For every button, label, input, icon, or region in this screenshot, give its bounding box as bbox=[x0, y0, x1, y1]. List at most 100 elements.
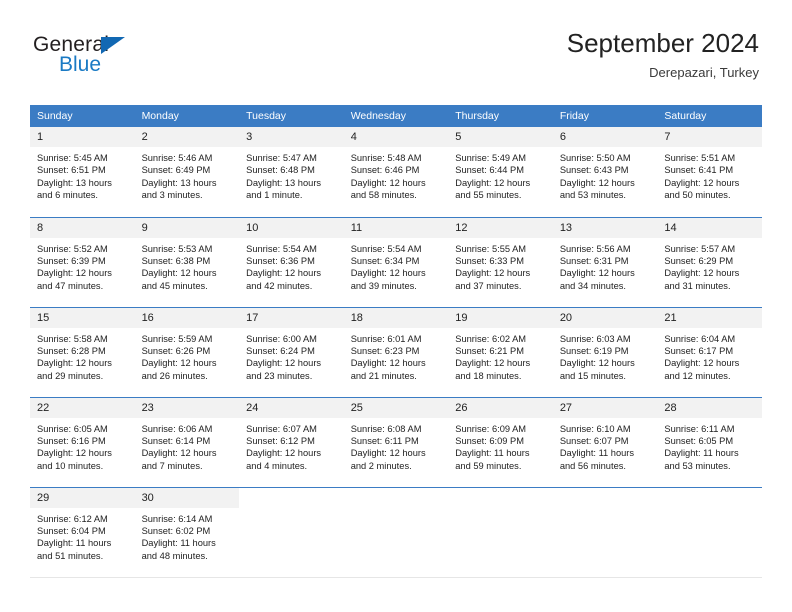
sunset-text: Sunset: 6:24 PM bbox=[246, 345, 315, 356]
sunrise-text: Sunrise: 6:12 AM bbox=[37, 513, 108, 524]
day-number: 28 bbox=[657, 397, 762, 418]
daylight-text-line1: Daylight: 12 hours bbox=[559, 358, 635, 369]
daylight-text-line1: Daylight: 12 hours bbox=[350, 177, 426, 188]
day-number: 10 bbox=[239, 217, 344, 238]
daylight-text-line2: and 31 minutes. bbox=[664, 280, 731, 291]
daylight-text-line1: Daylight: 12 hours bbox=[246, 358, 322, 369]
day-cell[interactable]: 23 Sunrise: 6:06 AM Sunset: 6:14 PM Dayl… bbox=[134, 396, 240, 487]
day-number: 3 bbox=[239, 127, 344, 147]
daylight-text-line2: and 39 minutes. bbox=[350, 280, 417, 291]
day-cell[interactable]: 11 Sunrise: 5:54 AM Sunset: 6:34 PM Dayl… bbox=[343, 216, 449, 307]
daylight-text-line2: and 3 minutes. bbox=[141, 190, 203, 201]
daylight-text-line2: and 37 minutes. bbox=[455, 280, 522, 291]
day-cell[interactable]: 8 Sunrise: 5:52 AM Sunset: 6:39 PM Dayli… bbox=[30, 216, 135, 307]
sunset-text: Sunset: 6:09 PM bbox=[455, 435, 524, 446]
day-cell[interactable]: 14 Sunrise: 5:57 AM Sunset: 6:29 PM Dayl… bbox=[657, 216, 762, 307]
sunset-text: Sunset: 6:28 PM bbox=[37, 345, 106, 356]
day-cell-empty bbox=[343, 486, 449, 578]
day-cell[interactable]: 7 Sunrise: 5:51 AM Sunset: 6:41 PM Dayli… bbox=[657, 127, 762, 217]
day-cell[interactable]: 2 Sunrise: 5:46 AM Sunset: 6:49 PM Dayli… bbox=[134, 127, 240, 217]
day-info: Sunrise: 6:12 AM Sunset: 6:04 PM Dayligh… bbox=[30, 508, 135, 567]
daylight-text-line1: Daylight: 11 hours bbox=[141, 538, 216, 549]
location-subtitle: Derepazari, Turkey bbox=[649, 65, 759, 80]
day-cell[interactable]: 1 Sunrise: 5:45 AM Sunset: 6:51 PM Dayli… bbox=[30, 127, 135, 217]
page-title: September 2024 bbox=[566, 28, 759, 58]
week-row: 22 Sunrise: 6:05 AM Sunset: 6:16 PM Dayl… bbox=[30, 396, 762, 487]
day-cell[interactable]: 15 Sunrise: 5:58 AM Sunset: 6:28 PM Dayl… bbox=[30, 306, 135, 397]
sunrise-text: Sunrise: 6:05 AM bbox=[37, 423, 108, 434]
sunrise-text: Sunrise: 6:06 AM bbox=[141, 423, 213, 434]
day-cell[interactable]: 21 Sunrise: 6:04 AM Sunset: 6:17 PM Dayl… bbox=[657, 306, 762, 397]
general-blue-logo[interactable]: General Blue bbox=[33, 33, 213, 83]
daylight-text-line1: Daylight: 12 hours bbox=[350, 358, 426, 369]
sunset-text: Sunset: 6:38 PM bbox=[141, 255, 211, 266]
day-info: Sunrise: 6:05 AM Sunset: 6:16 PM Dayligh… bbox=[30, 418, 135, 477]
day-cell[interactable]: 6 Sunrise: 5:50 AM Sunset: 6:43 PM Dayli… bbox=[552, 127, 658, 217]
day-info: Sunrise: 5:52 AM Sunset: 6:39 PM Dayligh… bbox=[30, 238, 135, 297]
daylight-text-line2: and 6 minutes. bbox=[37, 190, 98, 201]
calendar-body: 1 Sunrise: 5:45 AM Sunset: 6:51 PM Dayli… bbox=[30, 127, 762, 578]
day-cell[interactable]: 19 Sunrise: 6:02 AM Sunset: 6:21 PM Dayl… bbox=[448, 306, 553, 397]
day-cell[interactable]: 4 Sunrise: 5:48 AM Sunset: 6:46 PM Dayli… bbox=[343, 127, 449, 217]
day-number: 25 bbox=[343, 397, 449, 418]
weekday-header-saturday: Saturday bbox=[657, 105, 762, 127]
daylight-text-line1: Daylight: 12 hours bbox=[37, 268, 112, 279]
sunrise-text: Sunrise: 5:55 AM bbox=[455, 243, 527, 254]
day-cell[interactable]: 12 Sunrise: 5:55 AM Sunset: 6:33 PM Dayl… bbox=[448, 216, 553, 307]
day-cell[interactable]: 24 Sunrise: 6:07 AM Sunset: 6:12 PM Dayl… bbox=[239, 396, 344, 487]
day-info: Sunrise: 5:54 AM Sunset: 6:36 PM Dayligh… bbox=[239, 238, 344, 297]
day-cell[interactable]: 29 Sunrise: 6:12 AM Sunset: 6:04 PM Dayl… bbox=[30, 486, 135, 578]
weekday-header-tuesday: Tuesday bbox=[239, 105, 344, 127]
sunrise-text: Sunrise: 5:59 AM bbox=[141, 333, 213, 344]
day-cell[interactable]: 13 Sunrise: 5:56 AM Sunset: 6:31 PM Dayl… bbox=[552, 216, 658, 307]
day-info bbox=[553, 508, 658, 517]
day-info bbox=[657, 508, 762, 517]
day-info bbox=[239, 508, 344, 517]
day-info bbox=[448, 508, 553, 517]
day-cell[interactable]: 25 Sunrise: 6:08 AM Sunset: 6:11 PM Dayl… bbox=[343, 396, 449, 487]
day-cell[interactable]: 10 Sunrise: 5:54 AM Sunset: 6:36 PM Dayl… bbox=[239, 216, 344, 307]
daylight-text-line2: and 29 minutes. bbox=[37, 370, 104, 381]
day-cell[interactable]: 20 Sunrise: 6:03 AM Sunset: 6:19 PM Dayl… bbox=[552, 306, 658, 397]
day-info: Sunrise: 5:46 AM Sunset: 6:49 PM Dayligh… bbox=[135, 147, 240, 206]
day-cell[interactable]: 27 Sunrise: 6:10 AM Sunset: 6:07 PM Dayl… bbox=[552, 396, 658, 487]
sunrise-text: Sunrise: 6:14 AM bbox=[141, 513, 213, 524]
day-info: Sunrise: 5:48 AM Sunset: 6:46 PM Dayligh… bbox=[344, 147, 449, 206]
daylight-text-line1: Daylight: 12 hours bbox=[559, 177, 635, 188]
day-cell[interactable]: 16 Sunrise: 5:59 AM Sunset: 6:26 PM Dayl… bbox=[134, 306, 240, 397]
sunset-text: Sunset: 6:17 PM bbox=[664, 345, 734, 356]
daylight-text-line1: Daylight: 12 hours bbox=[455, 268, 531, 279]
day-number: 22 bbox=[30, 397, 135, 418]
daylight-text-line2: and 47 minutes. bbox=[37, 280, 104, 291]
sunrise-text: Sunrise: 5:58 AM bbox=[37, 333, 108, 344]
sunset-text: Sunset: 6:34 PM bbox=[350, 255, 420, 266]
day-cell[interactable]: 5 Sunrise: 5:49 AM Sunset: 6:44 PM Dayli… bbox=[448, 127, 553, 217]
weekday-header-wednesday: Wednesday bbox=[343, 105, 449, 127]
sunrise-text: Sunrise: 5:47 AM bbox=[246, 153, 317, 163]
daylight-text-line2: and 55 minutes. bbox=[455, 190, 522, 201]
day-number: 8 bbox=[30, 217, 135, 238]
week-row: 29 Sunrise: 6:12 AM Sunset: 6:04 PM Dayl… bbox=[30, 486, 762, 578]
sunset-text: Sunset: 6:41 PM bbox=[664, 165, 734, 176]
day-info: Sunrise: 5:58 AM Sunset: 6:28 PM Dayligh… bbox=[30, 328, 135, 387]
day-cell[interactable]: 3 Sunrise: 5:47 AM Sunset: 6:48 PM Dayli… bbox=[239, 127, 344, 217]
day-cell[interactable]: 18 Sunrise: 6:01 AM Sunset: 6:23 PM Dayl… bbox=[343, 306, 449, 397]
day-cell[interactable]: 9 Sunrise: 5:53 AM Sunset: 6:38 PM Dayli… bbox=[134, 216, 240, 307]
day-cell[interactable]: 26 Sunrise: 6:09 AM Sunset: 6:09 PM Dayl… bbox=[448, 396, 553, 487]
day-cell[interactable]: 30 Sunrise: 6:14 AM Sunset: 6:02 PM Dayl… bbox=[134, 486, 240, 578]
sunset-text: Sunset: 6:07 PM bbox=[559, 435, 629, 446]
daylight-text-line2: and 53 minutes. bbox=[664, 460, 731, 471]
sunrise-text: Sunrise: 6:00 AM bbox=[246, 333, 317, 344]
day-cell-empty bbox=[552, 486, 658, 578]
sunset-text: Sunset: 6:29 PM bbox=[664, 255, 734, 266]
day-cell[interactable]: 28 Sunrise: 6:11 AM Sunset: 6:05 PM Dayl… bbox=[657, 396, 762, 487]
daylight-text-line1: Daylight: 12 hours bbox=[37, 448, 112, 459]
day-cell[interactable]: 17 Sunrise: 6:00 AM Sunset: 6:24 PM Dayl… bbox=[239, 306, 344, 397]
day-cell[interactable]: 22 Sunrise: 6:05 AM Sunset: 6:16 PM Dayl… bbox=[30, 396, 135, 487]
daylight-text-line2: and 42 minutes. bbox=[246, 280, 313, 291]
daylight-text-line1: Daylight: 12 hours bbox=[246, 448, 322, 459]
sunset-text: Sunset: 6:16 PM bbox=[37, 435, 106, 446]
day-number: 19 bbox=[448, 307, 553, 328]
sunset-text: Sunset: 6:12 PM bbox=[246, 435, 315, 446]
day-info: Sunrise: 6:10 AM Sunset: 6:07 PM Dayligh… bbox=[553, 418, 658, 477]
